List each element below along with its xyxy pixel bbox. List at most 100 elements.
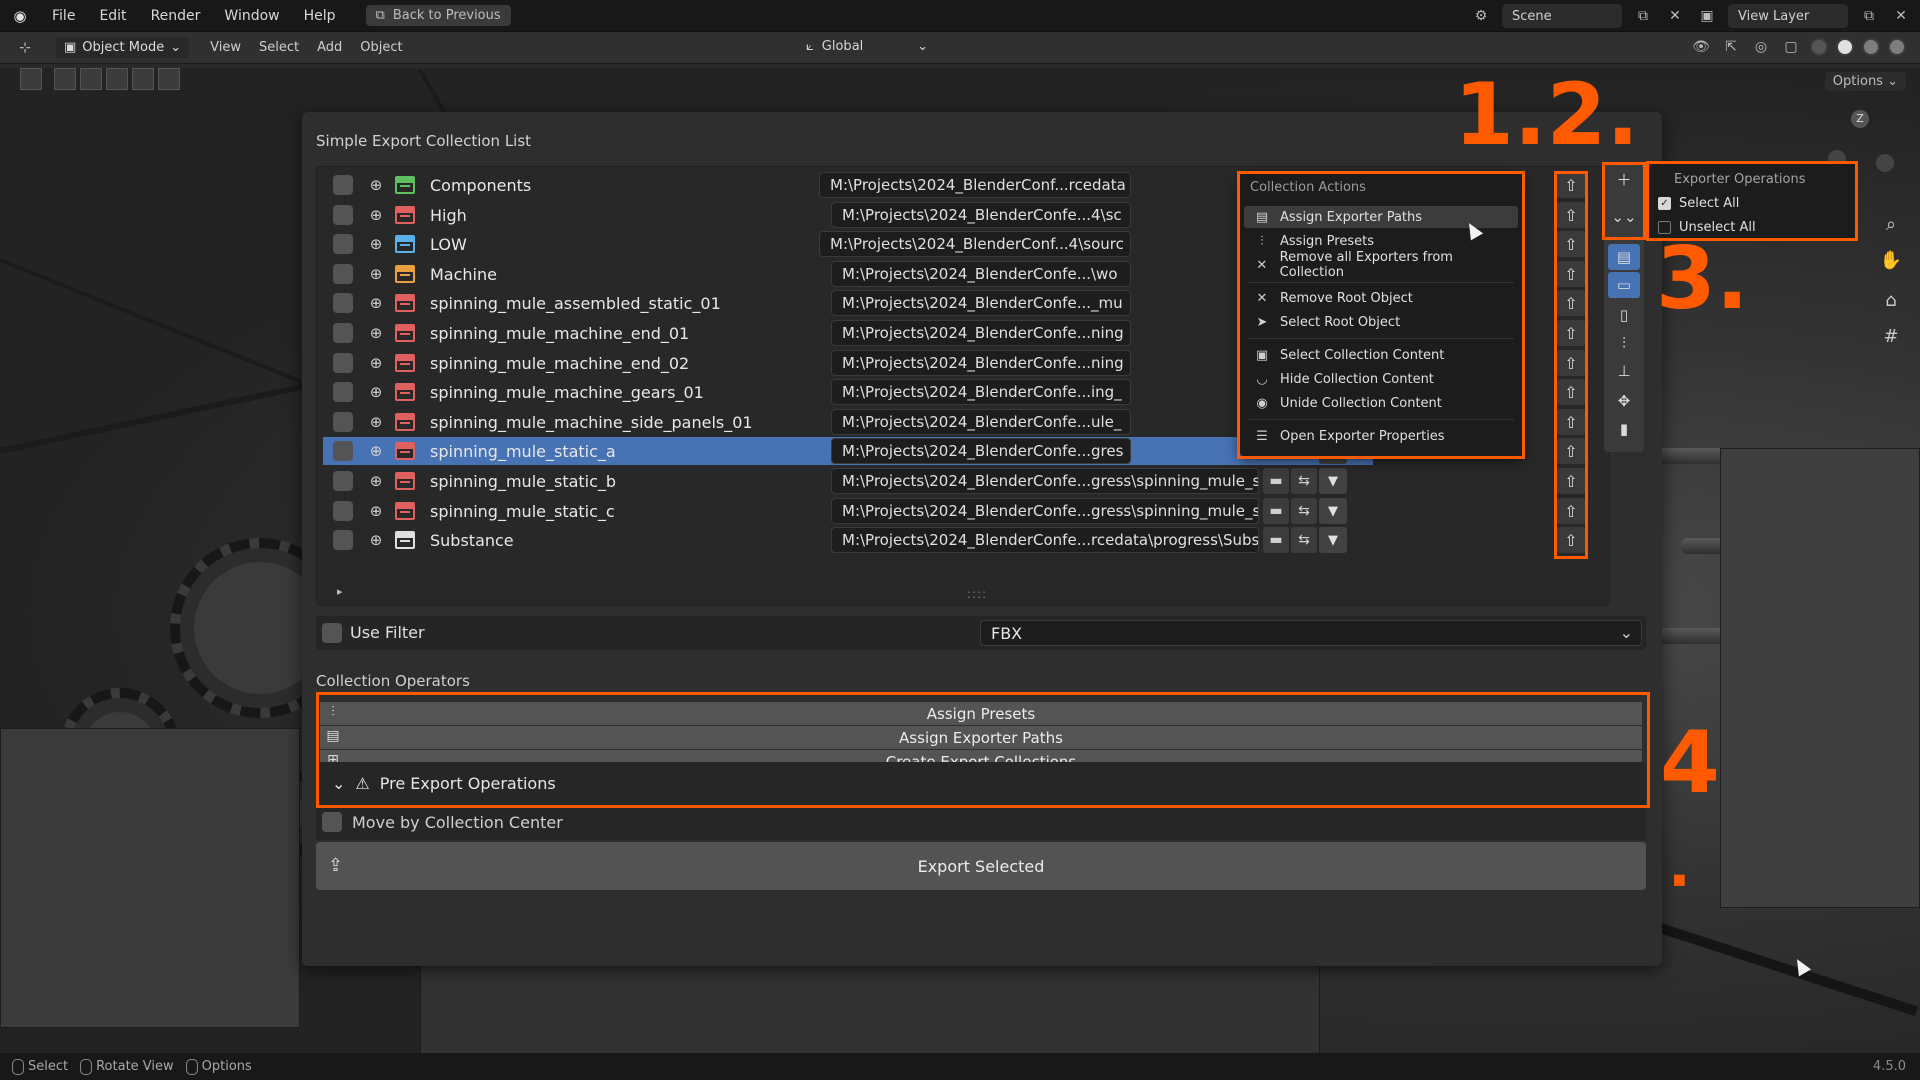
menu-file[interactable]: File xyxy=(40,8,87,24)
collection-checkbox[interactable] xyxy=(333,441,353,461)
collection-checkbox[interactable] xyxy=(333,234,353,254)
exporter-path-field[interactable]: M:\Projects\2024_BlenderConfe...\wo xyxy=(831,261,1131,287)
add-exporter-icon[interactable]: ⊕ xyxy=(365,294,387,312)
collection-actions-dropdown[interactable]: ▼ xyxy=(1319,527,1347,553)
add-exporter-icon[interactable]: ⊕ xyxy=(365,206,387,224)
folder-export-icon[interactable]: ⇆ xyxy=(1291,498,1317,524)
delete-scene-icon[interactable]: ✕ xyxy=(1664,5,1686,27)
wireframe-shading-icon[interactable] xyxy=(1810,38,1828,56)
collection-checkbox[interactable] xyxy=(333,382,353,402)
options-dropdown[interactable]: Options ⌄ xyxy=(1824,72,1906,91)
list-resize-grip[interactable]: :::: xyxy=(967,587,987,601)
sliders-icon[interactable]: ⫶ xyxy=(1608,330,1640,356)
exporter-path-field[interactable]: M:\Projects\2024_BlenderConfe...4\sc xyxy=(831,202,1131,228)
file-icon[interactable]: ▯ xyxy=(1608,302,1640,328)
add-exporter-icon[interactable]: ⊕ xyxy=(365,176,387,194)
new-view-layer-icon[interactable]: ⧉ xyxy=(1858,5,1880,27)
gizmo-axis[interactable] xyxy=(1876,154,1894,172)
folder-icon[interactable]: ▬ xyxy=(1263,468,1289,494)
use-filter-checkbox[interactable] xyxy=(322,623,342,643)
add-exporter-icon[interactable]: ⊕ xyxy=(365,442,387,460)
xray-icon[interactable]: ▢ xyxy=(1780,36,1802,58)
pan-hand-icon[interactable]: ✋ xyxy=(1878,250,1904,276)
blender-logo-icon[interactable]: ◉ xyxy=(0,7,40,25)
header-view[interactable]: View xyxy=(201,40,250,55)
menu-help[interactable]: Help xyxy=(292,8,348,24)
collection-checkbox[interactable] xyxy=(333,530,353,550)
new-selection-icon[interactable] xyxy=(54,68,76,90)
intersect-selection-icon[interactable] xyxy=(158,68,180,90)
view-layer-field[interactable]: View Layer xyxy=(1728,4,1848,28)
overlay-icon[interactable]: ◎ xyxy=(1750,36,1772,58)
new-scene-icon[interactable]: ⧉ xyxy=(1632,5,1654,27)
header-object[interactable]: Object xyxy=(351,40,411,55)
add-exporter-icon[interactable]: ⊕ xyxy=(365,502,387,520)
folder-icon[interactable]: ▬ xyxy=(1263,498,1289,524)
menu-window[interactable]: Window xyxy=(212,8,291,24)
rendered-shading-icon[interactable] xyxy=(1888,38,1906,56)
exporter-path-field[interactable]: M:\Projects\2024_BlenderConfe...gres xyxy=(831,438,1131,464)
exporter-path-field[interactable]: M:\Projects\2024_BlenderConf...4\sourc xyxy=(819,231,1131,257)
add-exporter-icon[interactable]: ⊕ xyxy=(365,235,387,253)
exporter-path-field[interactable]: M:\Projects\2024_BlenderConfe...ning xyxy=(831,320,1131,346)
move-by-center-checkbox[interactable] xyxy=(322,812,342,832)
exporter-path-field[interactable]: M:\Projects\2024_BlenderConfe...ning xyxy=(831,350,1131,376)
collection-checkbox[interactable] xyxy=(333,205,353,225)
back-to-previous-button[interactable]: ⧉ Back to Previous xyxy=(365,5,511,26)
object-mode-dropdown[interactable]: ▣ Object Mode ⌄ xyxy=(56,37,190,58)
exporter-path-field[interactable]: M:\Projects\2024_BlenderConfe...ing_ xyxy=(831,379,1131,405)
header-select[interactable]: Select xyxy=(250,40,308,55)
archive-icon[interactable]: ▤ xyxy=(1608,244,1640,270)
collection-checkbox[interactable] xyxy=(333,412,353,432)
add-exporter-icon[interactable]: ⊕ xyxy=(365,531,387,549)
solid-shading-icon[interactable] xyxy=(1836,38,1854,56)
axis-icon[interactable]: ⊥ xyxy=(1608,358,1640,384)
collection-actions-dropdown[interactable]: ▼ xyxy=(1319,468,1347,494)
exporter-path-field[interactable]: M:\Projects\2024_BlenderConfe...gress\sp… xyxy=(831,498,1259,524)
delete-view-layer-icon[interactable]: ✕ xyxy=(1890,5,1912,27)
add-exporter-icon[interactable]: ⊕ xyxy=(365,472,387,490)
subtract-selection-icon[interactable] xyxy=(106,68,128,90)
header-add[interactable]: Add xyxy=(308,40,351,55)
scene-field[interactable]: Scene xyxy=(1502,4,1622,28)
invert-selection-icon[interactable] xyxy=(132,68,154,90)
add-exporter-icon[interactable]: ⊕ xyxy=(365,383,387,401)
exporter-path-field[interactable]: M:\Projects\2024_BlenderConf...rcedata xyxy=(819,172,1131,198)
scene-selector-icon[interactable]: ⚙ xyxy=(1470,5,1492,27)
list-expand-icon[interactable]: ▸ xyxy=(337,585,343,598)
collection-actions-dropdown[interactable]: ▼ xyxy=(1319,498,1347,524)
gizmo-z-axis[interactable]: Z xyxy=(1851,110,1869,128)
exporter-path-field[interactable]: M:\Projects\2024_BlenderConfe...gress\sp… xyxy=(831,468,1259,494)
transform-orientation-dropdown[interactable]: ⟀ Global ⌄ xyxy=(798,36,936,57)
add-exporter-icon[interactable]: ⊕ xyxy=(365,413,387,431)
exporter-path-field[interactable]: M:\Projects\2024_BlenderConfe..._mu xyxy=(831,290,1131,316)
editor-type-icon[interactable]: ⊹ xyxy=(14,37,36,59)
collection-checkbox[interactable] xyxy=(333,293,353,313)
collection-checkbox[interactable] xyxy=(333,353,353,373)
visibility-icon[interactable]: 👁 xyxy=(1690,36,1712,58)
exporter-path-field[interactable]: M:\Projects\2024_BlenderConfe...rcedata\… xyxy=(831,527,1259,553)
select-box-tool-icon[interactable] xyxy=(20,68,42,90)
folder-icon[interactable]: ▭ xyxy=(1608,272,1640,298)
folder-icon[interactable]: ▬ xyxy=(1263,527,1289,553)
collection-checkbox[interactable] xyxy=(333,264,353,284)
perspective-grid-icon[interactable]: # xyxy=(1878,326,1904,352)
collection-checkbox[interactable] xyxy=(333,323,353,343)
gizmo-icon[interactable]: ⇱ xyxy=(1720,36,1742,58)
export-selected-button[interactable]: ⇪ Export Selected xyxy=(316,842,1646,890)
camera-view-icon[interactable]: ⌂ xyxy=(1878,290,1904,316)
add-exporter-icon[interactable]: ⊕ xyxy=(365,265,387,283)
material-shading-icon[interactable] xyxy=(1862,38,1880,56)
view-layer-icon[interactable]: ▣ xyxy=(1696,5,1718,27)
format-select[interactable]: FBX ⌄ xyxy=(980,620,1642,646)
menu-edit[interactable]: Edit xyxy=(87,8,138,24)
collection-checkbox[interactable] xyxy=(333,175,353,195)
add-exporter-icon[interactable]: ⊕ xyxy=(365,324,387,342)
move-icon[interactable]: ✥ xyxy=(1608,388,1640,414)
extend-selection-icon[interactable] xyxy=(80,68,102,90)
bookmark-icon[interactable]: ▮ xyxy=(1608,416,1640,442)
collection-checkbox[interactable] xyxy=(333,501,353,521)
collection-checkbox[interactable] xyxy=(333,471,353,491)
zoom-icon[interactable]: ⌕ xyxy=(1878,214,1904,240)
menu-render[interactable]: Render xyxy=(139,8,213,24)
